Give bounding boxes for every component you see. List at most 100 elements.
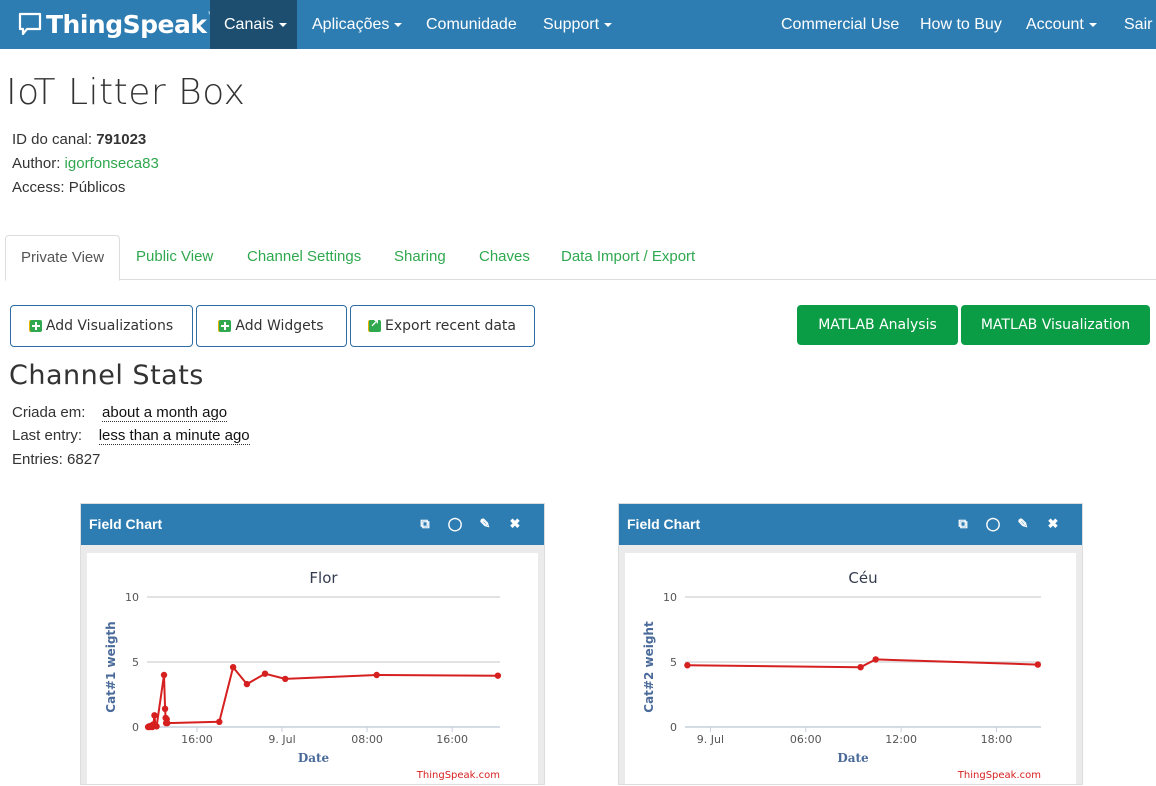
tab-sharing[interactable]: Sharing [379, 235, 461, 280]
data-point [243, 680, 251, 688]
add-widgets-button[interactable]: Add Widgets [196, 305, 347, 347]
series-line [147, 666, 498, 728]
stat-entries: Entries: 6827 [12, 451, 100, 468]
tab-private-view[interactable]: Private View [5, 235, 121, 281]
chart-title: Flor [309, 569, 338, 587]
plus-square-icon [219, 320, 232, 332]
field-chart-panel-1: Field Chart ⧉ ◯ ✎ ✖ Flor 0 5 10 16:00 9. Jul 0… [80, 503, 545, 785]
pencil-icon[interactable]: ✎ [1008, 504, 1038, 544]
close-icon[interactable]: ✖ [500, 504, 530, 544]
nav-label: How to Buy [920, 16, 1002, 33]
data-point [151, 712, 158, 719]
tab-data-import-export[interactable]: Data Import / Export [546, 235, 710, 280]
x-axis-title: Date [298, 751, 330, 765]
y-tick-label: 5 [670, 656, 677, 669]
y-tick-label: 0 [670, 721, 677, 734]
comment-icon[interactable]: ◯ [978, 504, 1008, 544]
nav-aplicacoes[interactable]: Aplicações [298, 0, 416, 49]
nav-how-to-buy[interactable]: How to Buy [906, 0, 1016, 49]
stat-value: less than a minute ago [98, 427, 250, 445]
speech-bubble-icon [18, 12, 42, 36]
stat-label: Entries: [12, 451, 63, 468]
nav-support[interactable]: Support [529, 0, 626, 49]
y-axis-title: Cat#2 weight [642, 621, 656, 713]
y-tick-label: 10 [663, 591, 677, 604]
field-chart-flor: Flor 0 5 10 16:00 9. Jul 08:00 16:00 Date Cat#1 w… [104, 569, 502, 781]
y-tick-label: 0 [132, 721, 139, 734]
close-icon[interactable]: ✖ [1038, 504, 1068, 544]
comment-icon[interactable]: ◯ [440, 504, 470, 544]
x-tick-label: 12:00 [885, 733, 917, 746]
chart-title: Céu [848, 569, 877, 587]
channel-author: Author: igorfonseca83 [12, 155, 159, 172]
tab-public-view[interactable]: Public View [121, 235, 228, 280]
chart-area: Flor 0 5 10 16:00 9. Jul 08:00 16:00 Date Cat#1 w… [87, 553, 538, 784]
channel-stats-heading: Channel Stats [9, 360, 204, 391]
nav-label: Aplicações [312, 16, 390, 33]
x-tick-label: 16:00 [436, 733, 468, 746]
y-tick-label: 5 [132, 656, 139, 669]
nav-label: Support [543, 16, 600, 33]
data-point [684, 662, 691, 669]
nav-label: Comunidade [426, 16, 517, 33]
channel-title: IoT Litter Box [6, 72, 246, 113]
nav-label: Sair [1124, 16, 1153, 33]
caret-down-icon [604, 22, 613, 27]
button-label: Add Widgets [235, 318, 324, 334]
x-tick-label: 08:00 [351, 733, 383, 746]
y-axis-title: Cat#1 weigth [104, 621, 118, 712]
tab-chaves[interactable]: Chaves [464, 235, 545, 280]
x-tick-label: 9. Jul [268, 733, 295, 746]
nav-canais[interactable]: Canais [210, 0, 297, 49]
plus-square-icon [29, 320, 42, 332]
nav-comunidade[interactable]: Comunidade [412, 0, 531, 49]
stat-label: Criada em: [12, 404, 86, 421]
nav-commercial-use[interactable]: Commercial Use [767, 0, 913, 49]
x-tick-label: 18:00 [981, 733, 1013, 746]
channel-id-value: 791023 [96, 131, 147, 148]
x-tick-label: 06:00 [790, 733, 822, 746]
pencil-icon[interactable]: ✎ [470, 504, 500, 544]
matlab-visualization-button[interactable]: MATLAB Visualization [961, 305, 1150, 345]
export-recent-data-button[interactable]: Export recent data [350, 305, 535, 347]
matlab-analysis-button[interactable]: MATLAB Analysis [797, 305, 958, 345]
tab-channel-settings[interactable]: Channel Settings [232, 235, 376, 280]
chart-credit: ThingSpeak.com [957, 770, 1041, 781]
data-point [1034, 661, 1042, 668]
data-point [164, 719, 171, 727]
external-link-icon[interactable]: ⧉ [948, 504, 978, 544]
stat-value: 6827 [67, 451, 101, 468]
x-tick-label: 16:00 [181, 733, 213, 746]
data-point [261, 670, 269, 677]
channel-id-label: ID do canal: [12, 131, 93, 148]
nav-account[interactable]: Account [1012, 0, 1111, 49]
author-link[interactable]: igorfonseca83 [65, 155, 159, 172]
x-axis-title: Date [837, 751, 869, 765]
brand-name: ThingSpeak [46, 9, 207, 39]
external-link-icon[interactable]: ⧉ [410, 504, 440, 544]
access-label: Access: [12, 179, 65, 196]
chart-area: Céu 0 5 10 9. Jul 06:00 12:00 18:00 Date Cat#2 we… [625, 553, 1076, 784]
data-point [229, 664, 237, 671]
caret-down-icon [1088, 22, 1097, 27]
caret-down-icon [394, 22, 403, 27]
data-point [857, 664, 864, 671]
add-visualizations-button[interactable]: Add Visualizations [10, 305, 193, 347]
author-label: Author: [12, 155, 61, 172]
panel-title: Field Chart [627, 516, 701, 532]
channel-id: ID do canal: 791023 [12, 131, 146, 148]
top-navbar: ThingSpeak™ Canais Aplicações Comunidade… [0, 0, 1156, 49]
nav-sair[interactable]: Sair [1110, 0, 1156, 49]
button-label: Export recent data [385, 318, 516, 334]
stat-created: Criada em: about a month ago [12, 404, 228, 422]
panel-header: Field Chart ⧉ ◯ ✎ ✖ [81, 504, 544, 545]
caret-down-icon [278, 22, 287, 27]
data-point [373, 671, 380, 679]
field-chart-panel-2: Field Chart ⧉ ◯ ✎ ✖ Céu 0 5 10 9. Jul 06:00 12… [618, 503, 1083, 785]
access-value: Públicos [68, 179, 126, 196]
data-point [282, 675, 289, 683]
data-point [153, 723, 160, 730]
panel-title: Field Chart [89, 516, 163, 532]
thingspeak-logo[interactable]: ThingSpeak™ [18, 9, 216, 39]
stat-label: Last entry: [12, 427, 83, 444]
